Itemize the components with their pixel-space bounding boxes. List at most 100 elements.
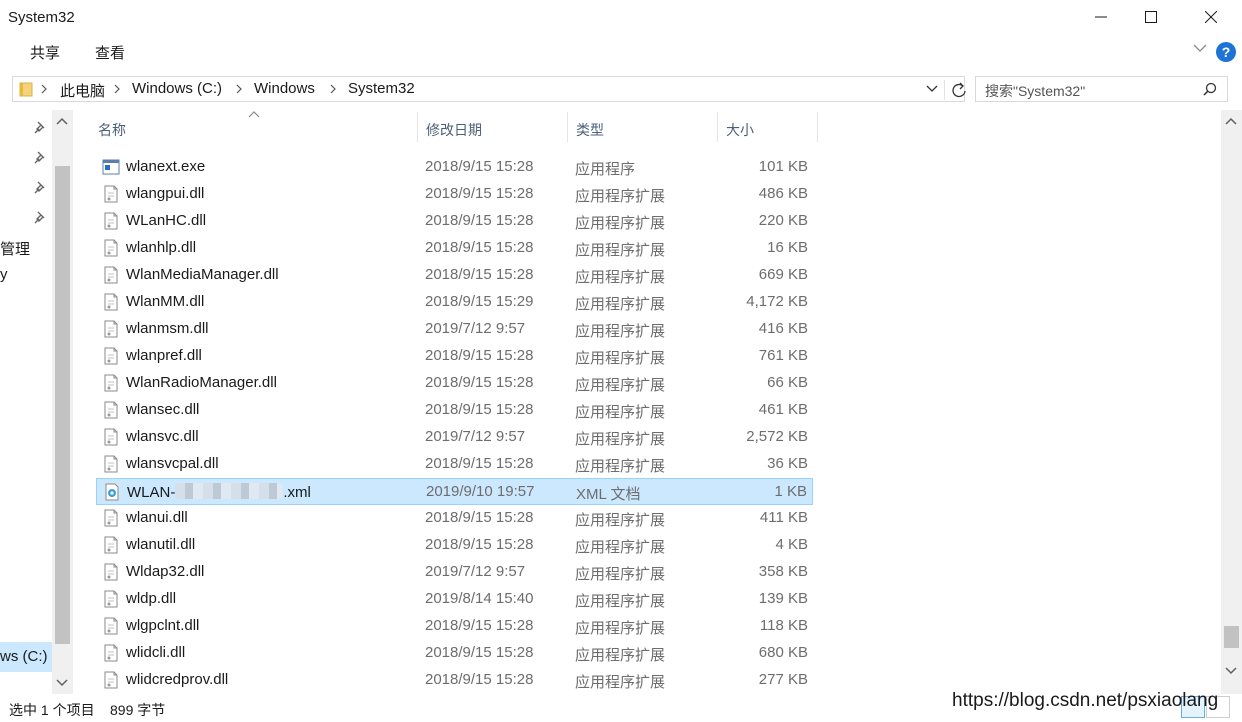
table-row[interactable]: wlansvcpal.dll 2018/9/15 15:28 应用程序扩展 36 KB — [96, 451, 813, 478]
table-row[interactable]: wlanhlp.dll 2018/9/15 15:28 应用程序扩展 16 KB — [96, 235, 813, 262]
search-box[interactable]: 搜索"System32" — [975, 76, 1228, 102]
table-row[interactable]: wlanmsm.dll 2019/7/12 9:57 应用程序扩展 416 KB — [96, 316, 813, 343]
file-size: 411 KB — [759, 509, 808, 526]
file-type: 应用程序扩展 — [575, 539, 666, 556]
file-size: 101 KB — [758, 158, 808, 175]
file-name: wlanhlp.dll — [126, 239, 197, 256]
pin-icon[interactable] — [34, 120, 48, 134]
column-header-type[interactable]: 类型 — [568, 112, 718, 142]
table-row[interactable]: wlangpui.dll 2018/9/15 15:28 应用程序扩展 486 KB — [96, 181, 813, 208]
search-input[interactable]: 搜索"System32" — [985, 81, 1085, 101]
address-dropdown-icon[interactable] — [925, 82, 939, 96]
table-row[interactable]: wlidcredprov.dll 2018/9/15 15:28 应用程序扩展 277… — [96, 667, 813, 694]
table-row[interactable]: WlanRadioManager.dll 2018/9/15 15:28 应用程序扩… — [96, 370, 813, 397]
pin-icon[interactable] — [34, 150, 48, 164]
file-size: 358 KB — [758, 563, 808, 580]
dll-icon — [104, 536, 118, 554]
file-type: XML 文档 — [576, 486, 641, 503]
table-row[interactable]: wlansvc.dll 2019/7/12 9:57 应用程序扩展 2,572 KB — [96, 424, 813, 451]
dll-icon — [104, 509, 118, 527]
close-button[interactable] — [1186, 0, 1236, 34]
file-name: WLanHC.dll — [126, 212, 207, 229]
file-date: 2018/9/15 15:28 — [425, 185, 534, 202]
column-header-date[interactable]: 修改日期 — [418, 112, 568, 142]
table-row[interactable]: WlanMM.dll 2018/9/15 15:29 应用程序扩展 4,172 KB — [96, 289, 813, 316]
tab-view[interactable]: 查看 — [95, 42, 125, 63]
scroll-up-icon[interactable] — [56, 116, 68, 126]
dll-icon — [104, 428, 118, 446]
file-date: 2018/9/15 15:28 — [425, 266, 534, 283]
table-row[interactable]: wlgpclnt.dll 2018/9/15 15:28 应用程序扩展 118 KB — [96, 613, 813, 640]
file-size: 118 KB — [759, 617, 808, 634]
nav-scrollbar-thumb[interactable] — [55, 166, 70, 644]
minimize-button[interactable] — [1076, 0, 1126, 34]
table-row[interactable]: wlanpref.dll 2018/9/15 15:28 应用程序扩展 761 KB — [96, 343, 813, 370]
file-name: wlangpui.dll — [126, 185, 205, 202]
table-row[interactable]: wldp.dll 2019/8/14 15:40 应用程序扩展 139 KB — [96, 586, 813, 613]
file-size: 4,172 KB — [746, 293, 808, 310]
pin-icon[interactable] — [34, 210, 48, 224]
dll-icon — [104, 401, 118, 419]
file-size: 16 KB — [767, 239, 808, 256]
scroll-down-icon[interactable] — [56, 678, 68, 688]
table-row[interactable]: WLanHC.dll 2018/9/15 15:28 应用程序扩展 220 KB — [96, 208, 813, 235]
file-size: 1 KB — [774, 483, 807, 500]
breadcrumb-this-pc[interactable]: 此电脑 — [60, 80, 105, 101]
file-date: 2018/9/15 15:28 — [425, 617, 534, 634]
refresh-icon[interactable] — [944, 80, 966, 100]
scroll-down-icon[interactable] — [1225, 666, 1237, 676]
file-name: wlanutil.dll — [126, 536, 196, 553]
chevron-right-icon[interactable] — [235, 81, 243, 97]
pin-icon[interactable] — [34, 180, 48, 194]
file-date: 2018/9/15 15:28 — [425, 374, 534, 391]
scroll-up-icon[interactable] — [1225, 116, 1237, 126]
dll-icon — [104, 212, 118, 230]
table-row[interactable]: wlanutil.dll 2018/9/15 15:28 应用程序扩展 4 KB — [96, 532, 813, 559]
folder-icon — [19, 82, 33, 97]
maximize-button[interactable] — [1126, 0, 1176, 34]
breadcrumb-windows[interactable]: Windows — [254, 80, 315, 97]
chevron-right-icon[interactable] — [113, 81, 121, 97]
chevron-right-icon[interactable] — [329, 81, 337, 97]
address-bar[interactable]: 此电脑 Windows (C:) Windows System32 — [12, 76, 966, 102]
help-button[interactable]: ? — [1216, 42, 1236, 62]
table-row[interactable]: Wldap32.dll 2019/7/12 9:57 应用程序扩展 358 KB — [96, 559, 813, 586]
file-date: 2018/9/15 15:28 — [425, 671, 534, 688]
file-name-prefix: WLAN- — [127, 484, 176, 501]
nav-item-drive-c[interactable]: ws (C:) — [0, 648, 48, 665]
file-list-scrollbar[interactable] — [1221, 110, 1242, 694]
table-row[interactable]: WLAN- .xml 2019/9/10 19:57 XML 文档 1 KB — [96, 478, 813, 505]
file-type: 应用程序扩展 — [575, 647, 666, 664]
ribbon-expand-chevron-icon[interactable] — [1193, 44, 1207, 53]
chevron-right-icon[interactable] — [40, 81, 48, 97]
column-header-name[interactable]: 名称 — [90, 112, 418, 142]
file-name-suffix: .xml — [283, 484, 311, 501]
table-row[interactable]: wlidcli.dll 2018/9/15 15:28 应用程序扩展 680 KB — [96, 640, 813, 667]
breadcrumb-drive-c[interactable]: Windows (C:) — [132, 80, 222, 97]
exe-icon — [102, 159, 120, 175]
file-type: 应用程序扩展 — [575, 674, 666, 691]
search-icon[interactable] — [1203, 82, 1217, 96]
dll-icon — [104, 671, 118, 689]
file-list-scrollbar-thumb[interactable] — [1224, 626, 1239, 648]
file-type: 应用程序扩展 — [575, 296, 666, 313]
file-type: 应用程序扩展 — [575, 215, 666, 232]
file-type: 应用程序扩展 — [575, 377, 666, 394]
nav-item-partial[interactable]: y — [0, 266, 8, 283]
file-name: wlanpref.dll — [126, 347, 202, 364]
table-row[interactable]: WlanMediaManager.dll 2018/9/15 15:28 应用程序扩… — [96, 262, 813, 289]
file-name: wldp.dll — [126, 590, 177, 607]
column-header-size[interactable]: 大小 — [718, 112, 818, 142]
file-date: 2018/9/15 15:28 — [425, 239, 534, 256]
table-row[interactable]: wlansec.dll 2018/9/15 15:28 应用程序扩展 461 KB — [96, 397, 813, 424]
nav-item-manage[interactable]: 管理 — [0, 238, 30, 259]
table-row[interactable]: wlanui.dll 2018/9/15 15:28 应用程序扩展 411 KB — [96, 505, 813, 532]
breadcrumb-system32[interactable]: System32 — [348, 80, 415, 97]
tab-share[interactable]: 共享 — [30, 42, 60, 63]
file-type: 应用程序扩展 — [575, 593, 666, 610]
window-title: System32 — [8, 9, 75, 26]
file-type: 应用程序扩展 — [575, 323, 666, 340]
close-icon — [1205, 11, 1217, 23]
table-row[interactable]: wlanext.exe 2018/9/15 15:28 应用程序 101 KB — [96, 154, 813, 181]
file-name: wlansec.dll — [126, 401, 200, 418]
